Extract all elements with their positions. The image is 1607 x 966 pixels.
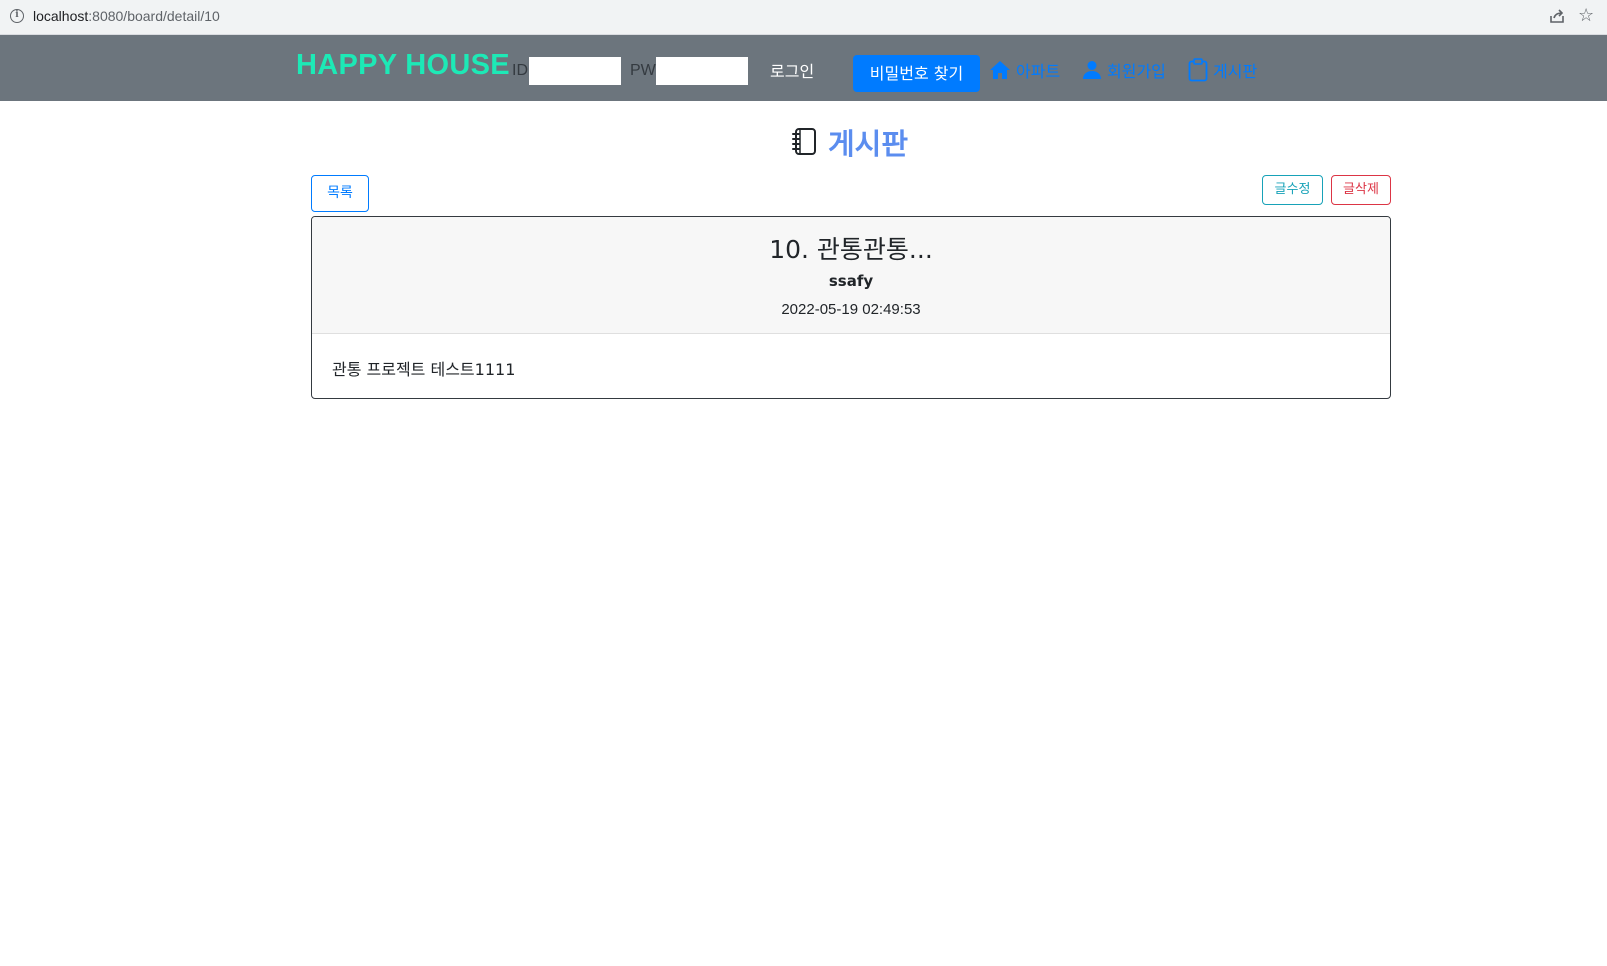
article-title: 10. 관통관통... <box>769 235 933 264</box>
id-input[interactable] <box>529 57 621 85</box>
id-label: ID <box>512 62 528 79</box>
login-button[interactable]: 로그인 <box>760 55 824 89</box>
clipboard-icon <box>1188 58 1208 82</box>
nav-link-apartment[interactable]: 아파트 <box>989 55 1060 85</box>
edit-post-button[interactable]: 글수정 <box>1262 175 1323 205</box>
user-icon <box>1083 61 1101 79</box>
top-navbar: HAPPY HOUSE ID PW 로그인 비밀번호 찾기 아파트 회원가입 게… <box>0 35 1607 101</box>
nav-link-board-label: 게시판 <box>1213 62 1258 81</box>
delete-post-button[interactable]: 글삭제 <box>1331 175 1391 205</box>
article-date: 2022-05-19 02:49:53 <box>781 301 921 318</box>
brand-logo[interactable]: HAPPY HOUSE <box>296 49 510 82</box>
article-author: ssafy <box>828 272 874 290</box>
notebook-icon <box>792 128 816 155</box>
pw-label: PW <box>630 62 656 79</box>
url-field[interactable]: localhost:8080/board/detail/10 <box>33 8 220 24</box>
find-password-button[interactable]: 비밀번호 찾기 <box>853 55 980 92</box>
page-title-text: 게시판 <box>828 127 909 161</box>
password-input[interactable] <box>656 57 748 85</box>
article-content: 관통 프로젝트 테스트1111 <box>332 360 516 379</box>
nav-link-apartment-label: 아파트 <box>1016 62 1061 81</box>
article-card: 10. 관통관통... ssafy 2022-05-19 02:49:53 관통… <box>311 216 1391 399</box>
nav-link-signup[interactable]: 회원가입 <box>1082 55 1166 85</box>
nav-link-board[interactable]: 게시판 <box>1188 55 1257 85</box>
bookmark-star-icon[interactable]: ☆ <box>1578 5 1594 27</box>
browser-address-bar: i localhost:8080/board/detail/10 ☆ <box>0 0 1607 35</box>
share-icon[interactable] <box>1548 7 1568 27</box>
article-header: 10. 관통관통... ssafy 2022-05-19 02:49:53 <box>312 217 1390 334</box>
info-icon[interactable]: i <box>10 9 24 23</box>
page-title: 게시판 <box>790 120 908 164</box>
nav-link-signup-label: 회원가입 <box>1107 62 1166 81</box>
list-button[interactable]: 목록 <box>311 175 369 212</box>
url-path: :8080/board/detail/10 <box>88 8 220 24</box>
url-host: localhost <box>33 8 89 24</box>
home-icon <box>990 61 1010 79</box>
